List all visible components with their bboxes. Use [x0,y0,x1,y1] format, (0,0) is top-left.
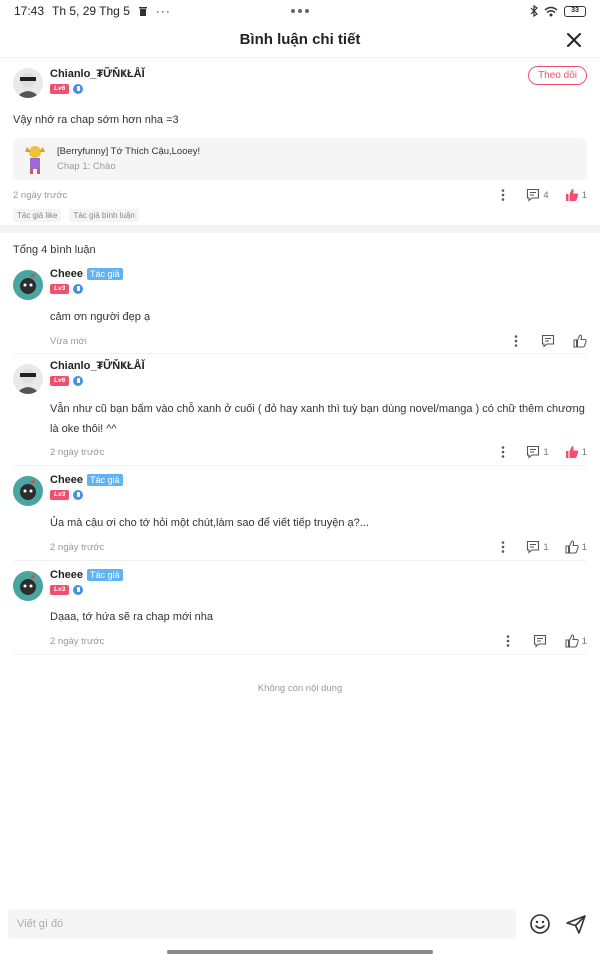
username[interactable]: Cheee [50,569,83,581]
like-button[interactable]: 1 [565,634,587,648]
total-comments-label: Tổng 4 bình luận [13,244,96,256]
comment-count: 1 [543,446,549,458]
like-count: 1 [581,189,587,201]
home-indicator[interactable] [167,950,433,954]
author-tag: Tác giả [87,474,123,486]
bluetooth-icon [530,5,538,17]
level-badge: Lv6 [50,376,70,386]
follow-button[interactable]: Theo dõi [528,66,587,85]
more-notifications-icon: ··· [155,4,171,18]
page-header: Bình luận chi tiết [0,22,600,58]
verified-icon [73,490,84,500]
comment-time: 2 ngày trước [13,189,68,201]
comment-text: Vẫn như cũ bạn bấm vào chỗ xanh ở cuối (… [50,403,585,435]
story-thumbnail [25,146,45,174]
author-tag: Tác giả [87,569,123,581]
thumb-up-filled-icon [565,446,578,458]
comment-text: cảm ơn người đẹp ạ [50,311,151,323]
list-item: Cheee Tác giả Lv3 cảm ơn người đẹp ạ Vừa … [13,262,587,354]
list-item: Cheee Tác giả Lv3 Dạaa, tớ hứa sẽ ra chap… [13,563,587,655]
author-commented-chip: Tác giả bình luận [69,209,139,222]
more-options-icon[interactable] [496,445,510,459]
avatar[interactable] [13,476,43,506]
like-button[interactable]: 1 [565,540,587,554]
comment-count: 4 [543,189,549,201]
comment-time: 2 ngày trước [50,541,105,553]
comment-icon[interactable] [541,334,555,348]
thumb-up-icon[interactable] [573,334,587,348]
more-options-icon[interactable] [501,634,515,648]
thumb-up-icon [565,634,579,648]
author-tag: Tác giả [87,268,123,280]
like-count: 1 [581,541,587,553]
comment-count: 1 [543,541,549,553]
main-comment: Chianlo_₮ỮŇҜŁÅĬ Lv6 Theo dõi Vậy nhớ ra … [0,60,600,222]
story-title: [Berryfunny] Tớ Thích Cậu,Looey! [57,146,201,157]
thumb-up-icon [565,540,579,554]
more-options-icon[interactable] [496,540,510,554]
story-card[interactable]: [Berryfunny] Tớ Thích Cậu,Looey! Chap 1:… [13,138,587,180]
more-options-icon[interactable] [496,188,510,202]
comment-text: Vậy nhớ ra chap sớm hơn nha =3 [13,114,179,126]
end-of-list-label: Không còn nội dung [257,683,343,694]
comment-time: 2 ngày trước [50,446,105,458]
level-badge: Lv3 [50,585,70,595]
multitask-handle[interactable] [291,9,309,13]
comment-text: Ủa mà cậu ơi cho tớ hỏi một chút,làm sao… [50,517,369,529]
list-item: Cheee Tác giả Lv3 Ủa mà cậu ơi cho tớ hỏi… [13,468,587,561]
emoji-icon[interactable] [529,913,551,935]
verified-icon [73,376,84,386]
story-chapter: Chap 1: Chào [57,161,116,172]
wifi-icon [544,6,558,16]
like-button[interactable]: 1 [565,445,587,459]
avatar[interactable] [13,270,43,300]
thumb-up-filled-icon [565,189,578,201]
status-time: 17:43 [14,4,45,18]
like-count: 1 [581,635,587,647]
verified-icon [73,84,84,94]
level-badge: Lv3 [50,490,70,500]
author-liked-chip: Tác giả like [13,209,62,222]
close-icon[interactable] [562,28,586,52]
comment-text: Dạaa, tớ hứa sẽ ra chap mới nha [50,611,214,623]
like-count: 1 [581,446,587,458]
comment-icon [527,445,540,459]
send-icon[interactable] [565,913,587,935]
status-bar: 17:43 Th 5, 29 Thg 5 ··· 33 [0,0,600,22]
avatar[interactable] [13,571,43,601]
status-date: Th 5, 29 Thg 5 [52,4,130,18]
level-badge: Lv3 [50,284,70,294]
username[interactable]: Chianlo_₮ỮŇҜŁÅĬ [50,360,145,372]
comment-input[interactable] [8,909,516,939]
avatar[interactable] [13,364,43,394]
trash-icon [138,6,147,16]
list-item: Chianlo_₮ỮŇҜŁÅĬ Lv6 Vẫn như cũ bạn bấm v… [13,356,587,466]
level-badge: Lv6 [50,84,70,94]
comment-icon[interactable] [533,634,547,648]
comment-icon [527,188,540,202]
more-options-icon[interactable] [509,334,523,348]
page-title: Bình luận chi tiết [239,31,361,48]
reply-button[interactable]: 1 [526,540,549,554]
comment-input-bar [0,908,600,940]
verified-icon [73,284,84,294]
battery-indicator: 33 [564,5,586,17]
like-button[interactable]: 1 [565,188,587,202]
comment-time: 2 ngày trước [50,635,105,647]
username[interactable]: Chianlo_₮ỮŇҜŁÅĬ [50,68,145,80]
section-divider [0,225,600,233]
comment-time: Vừa mới [50,335,87,347]
reply-button[interactable]: 1 [526,445,549,459]
verified-icon [73,585,84,595]
username[interactable]: Cheee [50,268,83,280]
comment-icon [527,540,540,554]
avatar[interactable] [13,68,43,98]
reply-button[interactable]: 4 [526,188,549,202]
username[interactable]: Cheee [50,474,83,486]
